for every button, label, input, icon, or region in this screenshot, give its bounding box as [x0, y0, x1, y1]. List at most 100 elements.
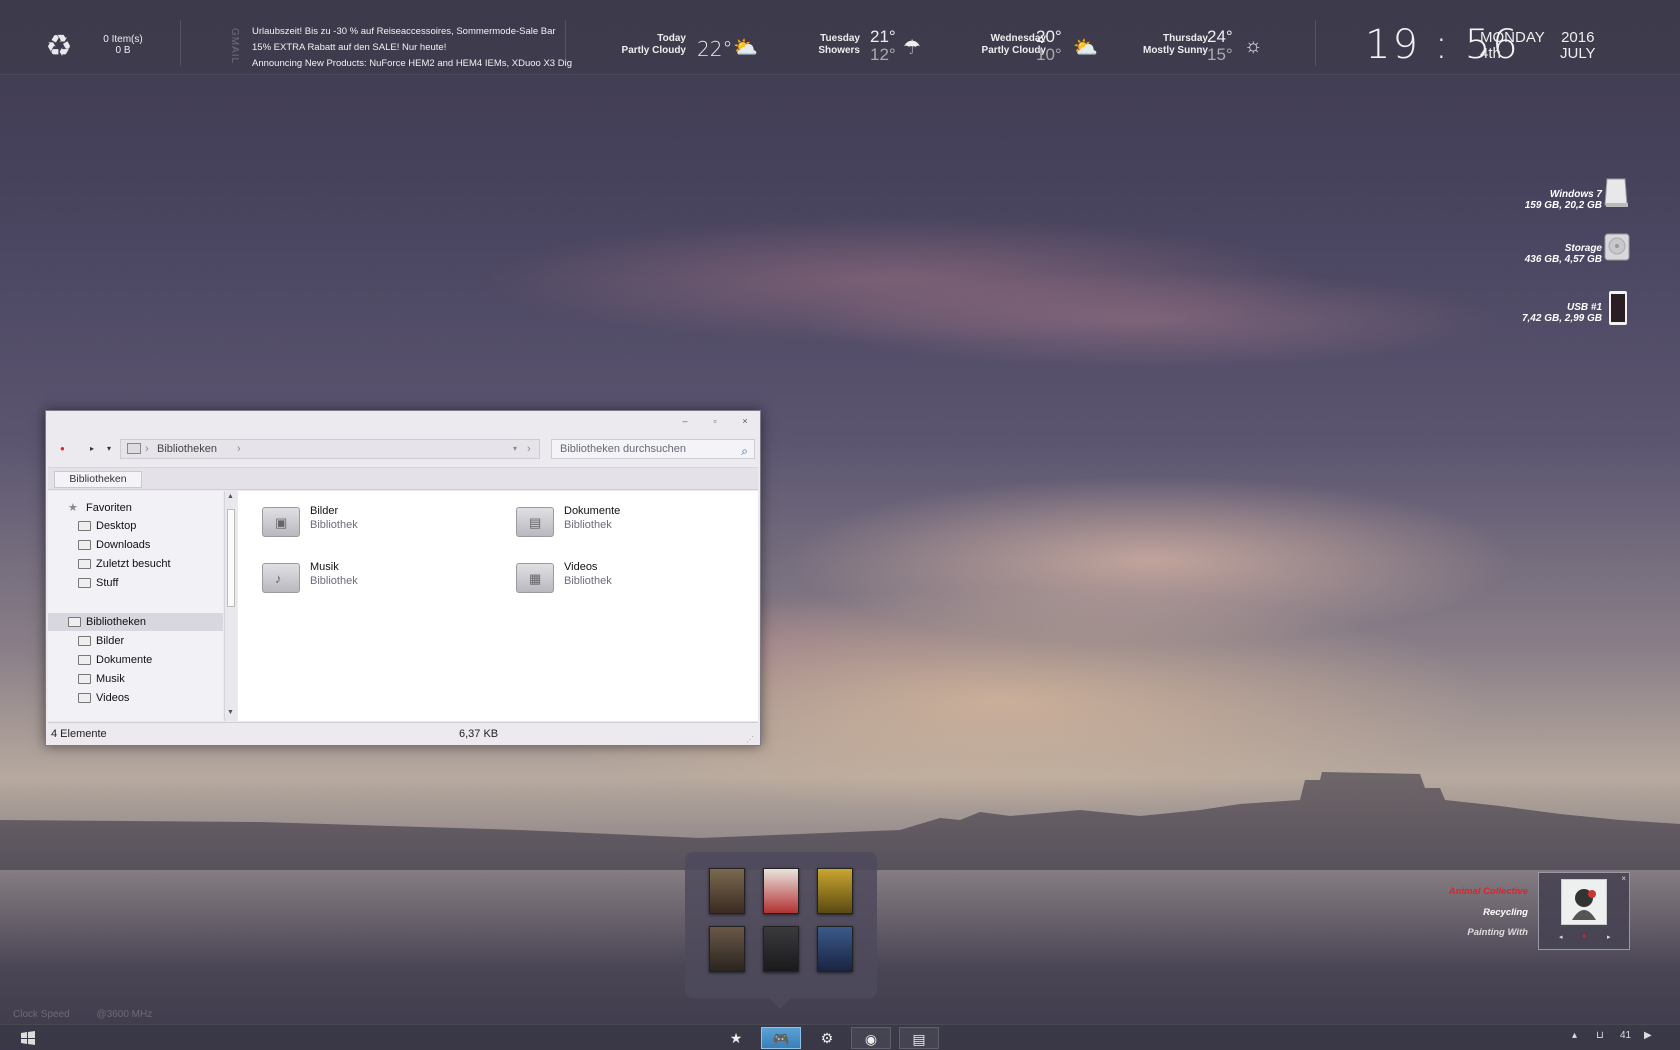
drive-usb[interactable]: USB #1 7,42 GB, 2,99 GB — [1522, 302, 1602, 324]
close-icon[interactable]: × — [1621, 874, 1626, 883]
drive-name: Storage — [1564, 243, 1602, 254]
weather-day: Today — [657, 33, 686, 44]
command-bar: Bibliotheken — [48, 467, 758, 490]
forward-button[interactable]: ▸ — [90, 444, 94, 453]
library-name: Dokumente — [564, 505, 621, 517]
star-icon[interactable]: ★ — [716, 1027, 756, 1049]
library-item[interactable]: ▦ Videos Bibliothek — [516, 559, 716, 599]
game-cover-6[interactable] — [817, 926, 853, 972]
weather-wednesday: Wednesday Partly Cloudy 20° 10° ⛅ — [948, 27, 1098, 67]
scroll-down-icon[interactable]: ▼ — [227, 709, 234, 716]
address-bar[interactable]: › Bibliotheken › ▾ › — [120, 439, 540, 459]
address-dropdown-icon[interactable]: ▾ — [513, 440, 517, 458]
game-cover-5[interactable] — [763, 926, 799, 972]
nav-bilder[interactable]: Bilder — [48, 632, 223, 650]
weather-low: 12° — [870, 45, 896, 64]
weather-condition: Partly Cloudy — [621, 45, 686, 56]
drive-usage: 159 GB, 20,2 GB — [1524, 200, 1602, 211]
nav-downloads[interactable]: Downloads — [48, 536, 223, 554]
gear-icon[interactable]: ⚙ — [807, 1027, 847, 1049]
recycle-bin-status: 0 Item(s) 0 B — [88, 34, 158, 56]
nav-videos[interactable]: Videos — [48, 689, 223, 707]
recycle-icon[interactable]: ♻ — [42, 32, 76, 62]
music-title: Painting With — [1467, 927, 1528, 938]
music-folder-icon — [78, 674, 91, 684]
weather-day: Tuesday — [820, 33, 860, 44]
breadcrumb-chevron-icon[interactable]: › — [237, 440, 241, 458]
game-cover-3[interactable] — [817, 868, 853, 914]
game-cover-4[interactable] — [709, 926, 745, 972]
breadcrumb[interactable]: Bibliotheken — [157, 443, 217, 455]
nav-recent[interactable]: Zuletzt besucht — [48, 555, 223, 573]
taskbar: ★ 🎮 ⚙ ◉ ▤ ▴ ⊔ 41 ▶ — [0, 1024, 1680, 1050]
play-icon[interactable]: ● — [1582, 933, 1586, 940]
scroll-thumb[interactable] — [227, 509, 235, 607]
mail-feed[interactable]: Urlaubszeit! Bis zu -30 % auf Reiseacces… — [252, 24, 572, 72]
window-titlebar[interactable]: – ▫ × — [46, 411, 760, 433]
mail-line[interactable]: 15% EXTRA Rabatt auf den SALE! Nur heute… — [252, 40, 572, 56]
library-type: Bibliothek — [310, 575, 358, 587]
show-desktop-icon[interactable]: ▶ — [1644, 1030, 1652, 1041]
status-size: 6,37 KB — [459, 728, 499, 740]
nav-musik[interactable]: Musik — [48, 670, 223, 688]
showers-icon: ☂ — [903, 37, 921, 59]
start-button[interactable] — [10, 1027, 46, 1049]
tab-bibliotheken[interactable]: Bibliotheken — [54, 471, 142, 488]
library-item[interactable]: ▤ Dokumente Bibliothek — [516, 503, 716, 543]
disk-icon[interactable] — [1603, 232, 1631, 264]
nav-stuff[interactable]: Stuff — [48, 574, 223, 592]
mail-line[interactable]: Announcing New Products: NuForce HEM2 an… — [252, 56, 572, 72]
network-icon[interactable]: ⊔ — [1596, 1030, 1604, 1041]
nav-libraries[interactable]: Bibliotheken — [48, 613, 223, 631]
mail-line[interactable]: Urlaubszeit! Bis zu -30 % auf Reiseacces… — [252, 24, 572, 40]
usb-icon[interactable] — [1607, 290, 1635, 325]
hdd-icon[interactable] — [1603, 177, 1631, 209]
weather-label: Today Partly Cloudy — [596, 33, 686, 57]
close-button[interactable]: × — [738, 415, 752, 427]
firefox-icon[interactable]: ◉ — [851, 1027, 891, 1049]
next-icon[interactable]: ▸ — [1607, 933, 1611, 941]
star-icon: ★ — [68, 502, 78, 514]
back-button[interactable]: ● — [60, 444, 65, 453]
explorer-window[interactable]: – ▫ × ● ▸ ▾ › Bibliotheken › ▾ › Bibliot… — [45, 410, 761, 746]
explorer-icon[interactable]: ▤ — [899, 1027, 939, 1049]
maximize-button[interactable]: ▫ — [708, 415, 722, 427]
nav-scrollbar[interactable]: ▲ ▼ — [224, 491, 237, 721]
weather-label: Wednesday Partly Cloudy — [956, 33, 1046, 57]
library-item[interactable]: ♪ Musik Bibliothek — [262, 559, 462, 599]
gamepad-icon[interactable]: 🎮 — [761, 1027, 801, 1049]
search-input[interactable]: Bibliotheken durchsuchen ⌕ — [551, 439, 755, 459]
search-placeholder: Bibliotheken durchsuchen — [560, 443, 686, 455]
scroll-up-icon[interactable]: ▲ — [227, 493, 234, 500]
divider — [180, 20, 181, 66]
nav-favorites[interactable]: ★ Favoriten — [48, 499, 223, 517]
history-dropdown[interactable]: ▾ — [107, 444, 111, 453]
resize-grip-icon[interactable]: ⋰ — [746, 729, 754, 751]
nav-desktop[interactable]: Desktop — [48, 517, 223, 535]
tray-expand-icon[interactable]: ▴ — [1572, 1030, 1577, 1041]
folder-icon — [127, 443, 141, 454]
library-name: Bilder — [310, 505, 339, 517]
music-player[interactable]: × ◂ ● ▸ — [1538, 872, 1630, 950]
drive-storage[interactable]: Storage 436 GB, 4,57 GB — [1525, 243, 1602, 265]
navigation-pane: ★ Favoriten Desktop Downloads Zuletzt be… — [48, 491, 223, 721]
library-item[interactable]: ▣ Bilder Bibliothek — [262, 503, 462, 543]
game-cover-2[interactable] — [763, 868, 799, 914]
nav-dokumente[interactable]: Dokumente — [48, 651, 223, 669]
weather-high: 24° — [1207, 27, 1233, 46]
previous-icon[interactable]: ◂ — [1559, 933, 1563, 941]
desktop-icon — [78, 521, 91, 531]
weather-today: Today Partly Cloudy 22° ⛅ — [596, 33, 758, 67]
popup-pointer — [768, 997, 792, 1009]
breadcrumb-chevron-icon: › — [145, 443, 149, 455]
weather-low: 15° — [1207, 45, 1233, 64]
drive-windows7[interactable]: Windows 7 159 GB, 20,2 GB — [1525, 189, 1602, 211]
game-cover-1[interactable] — [709, 868, 745, 914]
refresh-icon[interactable]: › — [527, 440, 531, 458]
minimize-button[interactable]: – — [678, 415, 692, 427]
search-icon[interactable]: ⌕ — [741, 442, 748, 460]
cpu-label: Clock Speed — [13, 1009, 70, 1020]
volume-level[interactable]: 41 — [1620, 1030, 1631, 1041]
partly-cloudy-icon: ⛅ — [733, 37, 758, 59]
weather-condition: Partly Cloudy — [981, 45, 1046, 56]
